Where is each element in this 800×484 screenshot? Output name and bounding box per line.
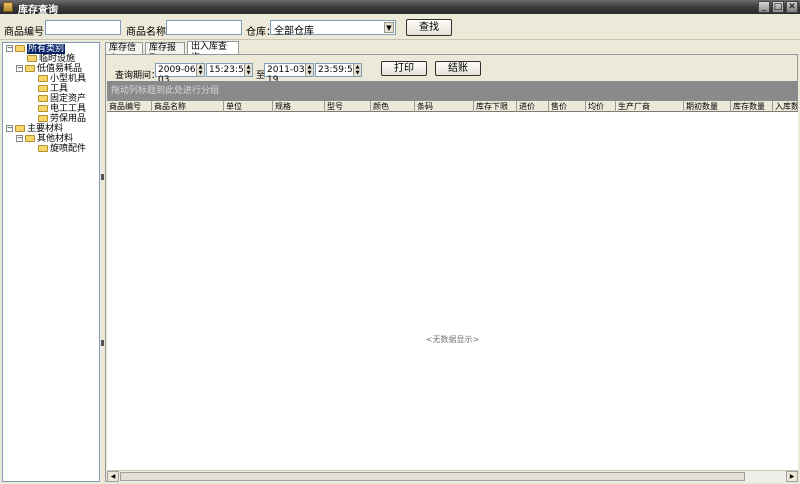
end-time-input[interactable]: 23:59:59 ▲ ▼ bbox=[315, 63, 362, 77]
product-name-input[interactable] bbox=[166, 20, 242, 35]
folder-icon bbox=[25, 135, 35, 142]
print-button[interactable]: 打印 bbox=[381, 61, 427, 76]
folder-icon bbox=[15, 45, 25, 52]
column-header[interactable]: 商品名称 bbox=[152, 101, 224, 112]
column-header[interactable]: 均价 bbox=[586, 101, 616, 112]
warehouse-selected-value: 全部仓库 bbox=[274, 26, 314, 37]
column-header[interactable]: 入库数 bbox=[773, 101, 798, 112]
data-grid: 商品编号 商品名称 单位 规格 型号 颜色 条码 库存下限 进价 售价 均价 生… bbox=[107, 101, 798, 470]
folder-icon bbox=[38, 115, 48, 122]
tree-item-small-machinery[interactable]: 小型机具 bbox=[38, 74, 86, 84]
tree-item-label: 小型机具 bbox=[50, 74, 87, 84]
search-toolbar: 商品编号： 商品名称： 仓库： 全部仓库 ▼ 查找 bbox=[0, 14, 800, 40]
folder-icon bbox=[25, 65, 35, 72]
column-header[interactable]: 期初数量 bbox=[684, 101, 731, 112]
collapse-icon[interactable]: − bbox=[16, 135, 23, 142]
app-icon bbox=[3, 2, 13, 12]
tree-item-jet-grouting-parts[interactable]: 旋喷配件 bbox=[38, 144, 86, 154]
warehouse-select[interactable]: 全部仓库 ▼ bbox=[270, 20, 396, 37]
close-button[interactable]: ✕ bbox=[786, 1, 798, 13]
maximize-button[interactable]: □ bbox=[772, 1, 784, 13]
folder-icon bbox=[38, 95, 48, 102]
spinner-icon[interactable]: ▲ ▼ bbox=[196, 64, 204, 76]
category-tree: − 所有类别 临时设施 − 低值易耗品 小型机具 工具 固定资产 电工工具 劳保用品… bbox=[2, 42, 100, 482]
tree-item-electrical-tools[interactable]: 电工工具 bbox=[38, 104, 86, 114]
group-by-area[interactable]: 拖动列标题到此处进行分组 bbox=[107, 81, 798, 101]
tree-item-label: 旋喷配件 bbox=[50, 144, 87, 154]
tab-inventory-alert[interactable]: 库存报警 bbox=[145, 42, 185, 64]
collapse-icon[interactable]: − bbox=[16, 65, 23, 72]
splitter-grip-icon[interactable] bbox=[101, 340, 104, 346]
column-header[interactable]: 商品编号 bbox=[107, 101, 152, 112]
tree-item-label: 电工工具 bbox=[50, 104, 87, 114]
spinner-icon[interactable]: ▲ ▼ bbox=[353, 64, 361, 76]
scrollbar-thumb[interactable] bbox=[120, 472, 745, 481]
tab-inventory-info[interactable]: 库存信息 bbox=[105, 42, 143, 64]
chevron-down-icon[interactable]: ▼ bbox=[384, 22, 394, 33]
tree-item-label: 主要材料 bbox=[27, 124, 64, 134]
spinner-icon[interactable]: ▲ ▼ bbox=[244, 64, 252, 76]
folder-icon bbox=[38, 105, 48, 112]
column-header[interactable]: 进价 bbox=[517, 101, 549, 112]
column-header[interactable]: 单位 bbox=[224, 101, 273, 112]
spinner-icon[interactable]: ▲ ▼ bbox=[305, 64, 313, 76]
tree-item-main-materials[interactable]: − 主要材料 bbox=[6, 124, 63, 134]
scroll-left-icon[interactable]: ◀ bbox=[107, 471, 119, 482]
tree-item-label: 固定资产 bbox=[50, 94, 87, 104]
minimize-button[interactable]: _ bbox=[758, 1, 770, 13]
product-code-input[interactable] bbox=[45, 20, 121, 35]
tab-strip: 库存信息 库存报警 出入库查询 bbox=[105, 41, 800, 64]
tab-panel: 查询期间： 2009-06-03 ▲ ▼ 15:23:57 ▲ ▼ 至 2011-0… bbox=[105, 54, 798, 482]
tree-item-temporary-facilities[interactable]: 临时设施 bbox=[27, 54, 75, 64]
start-date-input[interactable]: 2009-06-03 ▲ ▼ bbox=[155, 63, 205, 85]
column-header[interactable]: 规格 bbox=[273, 101, 325, 112]
no-data-message: <无数据显示> bbox=[425, 335, 480, 344]
start-time-input[interactable]: 15:23:57 ▲ ▼ bbox=[206, 63, 253, 77]
scroll-right-icon[interactable]: ▶ bbox=[786, 471, 798, 482]
column-header[interactable]: 生产厂商 bbox=[616, 101, 684, 112]
query-period-label: 查询期间： bbox=[115, 71, 161, 81]
tab-stock-in-out-query[interactable]: 出入库查询 bbox=[187, 41, 239, 63]
column-header[interactable]: 售价 bbox=[549, 101, 586, 112]
column-header[interactable]: 库存下限 bbox=[474, 101, 517, 112]
folder-icon bbox=[38, 85, 48, 92]
horizontal-scrollbar[interactable]: ◀ ▶ bbox=[107, 470, 798, 482]
column-header[interactable]: 条码 bbox=[415, 101, 474, 112]
tree-item-label: 所有类别 bbox=[27, 44, 66, 54]
tree-item-all-categories[interactable]: − 所有类别 bbox=[6, 44, 66, 54]
collapse-icon[interactable]: − bbox=[6, 45, 13, 52]
tree-item-label: 低值易耗品 bbox=[37, 64, 83, 74]
title-bar: 库存查询 _ □ ✕ bbox=[0, 0, 800, 16]
tree-item-tools[interactable]: 工具 bbox=[38, 84, 68, 94]
tree-item-label: 其他材料 bbox=[37, 134, 74, 144]
settle-button[interactable]: 结账 bbox=[435, 61, 481, 76]
tree-item-other-materials[interactable]: − 其他材料 bbox=[16, 134, 73, 144]
splitter-grip-icon[interactable] bbox=[101, 174, 104, 180]
grid-header: 商品编号 商品名称 单位 规格 型号 颜色 条码 库存下限 进价 售价 均价 生… bbox=[107, 101, 798, 112]
column-header[interactable]: 颜色 bbox=[371, 101, 415, 112]
tree-item-fixed-assets[interactable]: 固定资产 bbox=[38, 94, 86, 104]
search-button[interactable]: 查找 bbox=[406, 19, 452, 36]
tree-item-label: 工具 bbox=[50, 84, 69, 94]
tree-item-label: 劳保用品 bbox=[50, 114, 87, 124]
tree-item-label: 临时设施 bbox=[39, 54, 76, 64]
end-date-input[interactable]: 2011-03-19 ▲ ▼ bbox=[264, 63, 314, 85]
folder-icon bbox=[15, 125, 25, 132]
column-header[interactable]: 型号 bbox=[325, 101, 371, 112]
collapse-icon[interactable]: − bbox=[6, 125, 13, 132]
folder-icon bbox=[38, 75, 48, 82]
column-header[interactable]: 库存数量 bbox=[731, 101, 773, 112]
tree-item-protective-supplies[interactable]: 劳保用品 bbox=[38, 114, 86, 124]
folder-icon bbox=[27, 55, 37, 62]
tree-item-low-value-consumables[interactable]: − 低值易耗品 bbox=[16, 64, 82, 74]
folder-icon bbox=[38, 145, 48, 152]
